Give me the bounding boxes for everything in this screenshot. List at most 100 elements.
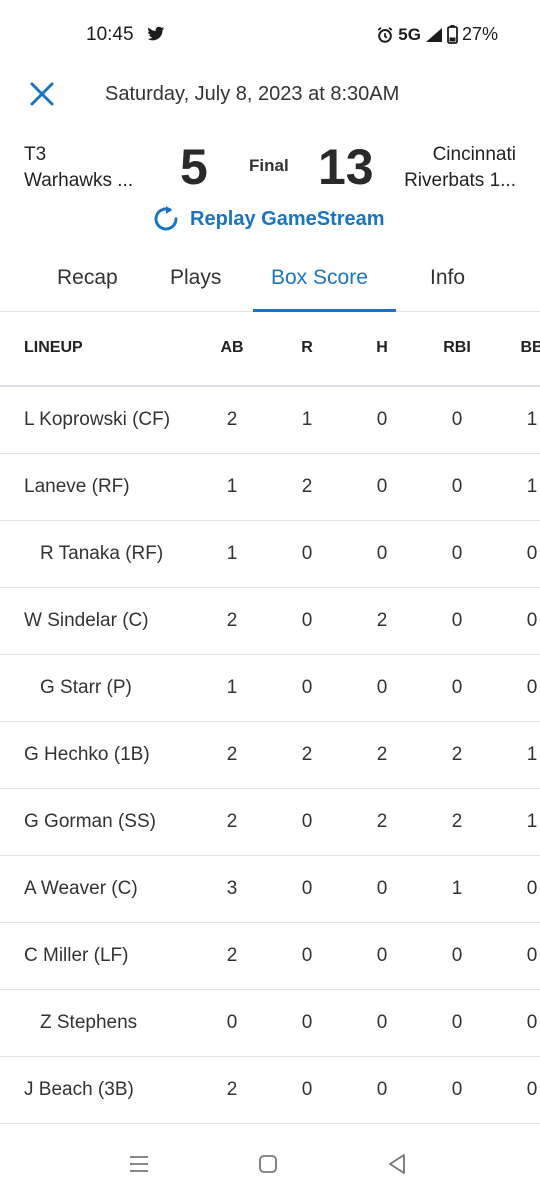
cell-rbi: 0 xyxy=(451,610,463,631)
cell-ab: 2 xyxy=(226,744,238,765)
table-row[interactable]: A Weaver (C) 3 0 0 1 0 xyxy=(0,856,540,923)
status-bar: 10:45 5G 27% xyxy=(0,0,540,70)
cell-h: 2 xyxy=(376,744,388,765)
cell-r: 0 xyxy=(301,610,313,631)
close-icon[interactable] xyxy=(28,80,56,108)
cell-h: 0 xyxy=(376,1079,388,1100)
cell-bb: 1 xyxy=(526,409,538,430)
network-type: 5G xyxy=(398,24,421,44)
table-row[interactable]: Laneve (RF) 1 2 0 0 1 xyxy=(0,454,540,521)
cell-h: 0 xyxy=(376,409,388,430)
cell-r: 0 xyxy=(301,1079,313,1100)
tab-plays[interactable]: Plays xyxy=(170,266,221,290)
active-tab-indicator xyxy=(253,309,396,312)
cell-ab: 2 xyxy=(226,409,238,430)
table-row[interactable]: Z Stephens 0 0 0 0 0 xyxy=(0,990,540,1057)
cell-bb: 0 xyxy=(526,677,538,698)
cell-bb: 0 xyxy=(526,878,538,899)
battery-icon xyxy=(447,25,458,44)
replay-label: Replay GameStream xyxy=(190,207,385,230)
player-name: Laneve (RF) xyxy=(24,476,130,497)
cell-rbi: 2 xyxy=(451,811,463,832)
home-team-name[interactable]: Cincinnati Riverbats 1... xyxy=(404,142,516,194)
cell-rbi: 0 xyxy=(451,409,463,430)
back-icon[interactable] xyxy=(385,1152,409,1176)
away-team-line2: Warhawks ... xyxy=(24,170,134,191)
home-score: 13 xyxy=(318,139,374,195)
player-name: J Beach (3B) xyxy=(24,1079,134,1100)
table-row[interactable]: W Sindelar (C) 2 0 2 0 0 xyxy=(0,588,540,655)
cell-r: 2 xyxy=(301,476,313,497)
cell-rbi: 2 xyxy=(451,744,463,765)
cell-r: 1 xyxy=(301,409,313,430)
replay-icon xyxy=(154,206,178,231)
cell-h: 2 xyxy=(376,811,388,832)
table-row[interactable]: G Starr (P) 1 0 0 0 0 xyxy=(0,655,540,722)
player-name: G Gorman (SS) xyxy=(24,811,156,832)
player-name: Z Stephens xyxy=(40,1012,138,1033)
cell-h: 0 xyxy=(376,945,388,966)
cell-ab: 2 xyxy=(226,945,238,966)
box-score-table: LINEUP AB R H RBI BB L Koprowski (CF) 2 1 0… xyxy=(0,313,540,1124)
away-team-name[interactable]: T3 Warhawks ... xyxy=(24,142,133,194)
player-name: C Miller (LF) xyxy=(24,945,129,966)
cell-rbi: 0 xyxy=(451,1012,463,1033)
player-name: W Sindelar (C) xyxy=(24,610,149,631)
cell-bb: 1 xyxy=(526,744,538,765)
table-body: L Koprowski (CF) 2 1 0 0 1 Laneve (RF) 1 2 0 0 1 R T… xyxy=(0,387,540,1124)
home-icon[interactable] xyxy=(256,1152,280,1176)
home-team-line2: Riverbats 1... xyxy=(404,170,516,191)
game-date: Saturday, July 8, 2023 at 8:30AM xyxy=(105,83,400,105)
cell-r: 0 xyxy=(301,543,313,564)
twitter-icon xyxy=(147,26,165,41)
cell-ab: 3 xyxy=(226,878,238,899)
table-row[interactable]: C Miller (LF) 2 0 0 0 0 xyxy=(0,923,540,990)
cell-ab: 1 xyxy=(226,543,238,564)
table-row[interactable]: L Koprowski (CF) 2 1 0 0 1 xyxy=(0,387,540,454)
cell-r: 0 xyxy=(301,878,313,899)
alarm-icon xyxy=(377,26,393,43)
cell-rbi: 0 xyxy=(451,543,463,564)
system-nav-bar xyxy=(0,1130,540,1200)
cell-bb: 1 xyxy=(526,811,538,832)
col-bb: BB xyxy=(520,339,540,356)
cell-ab: 2 xyxy=(226,610,238,631)
status-time: 10:45 xyxy=(86,24,134,45)
tab-recap[interactable]: Recap xyxy=(57,266,118,290)
signal-icon xyxy=(425,27,442,42)
cell-r: 0 xyxy=(301,1012,313,1033)
cell-r: 0 xyxy=(301,677,313,698)
table-header: LINEUP AB R H RBI BB xyxy=(0,313,540,387)
replay-gamestream-button[interactable]: Replay GameStream xyxy=(150,203,385,235)
cell-rbi: 0 xyxy=(451,476,463,497)
cell-r: 0 xyxy=(301,811,313,832)
cell-rbi: 0 xyxy=(451,677,463,698)
col-rbi: RBI xyxy=(443,339,471,356)
home-team-line1: Cincinnati xyxy=(432,144,516,165)
player-name: R Tanaka (RF) xyxy=(40,543,164,564)
cell-h: 0 xyxy=(376,543,388,564)
cell-h: 2 xyxy=(376,610,388,631)
player-name: G Hechko (1B) xyxy=(24,744,150,765)
player-name: L Koprowski (CF) xyxy=(24,409,171,430)
cell-bb: 0 xyxy=(526,945,538,966)
cell-ab: 0 xyxy=(226,1012,238,1033)
table-row[interactable]: R Tanaka (RF) 1 0 0 0 0 xyxy=(0,521,540,588)
tab-info[interactable]: Info xyxy=(430,266,465,290)
table-row[interactable]: J Beach (3B) 2 0 0 0 0 xyxy=(0,1057,540,1124)
cell-ab: 2 xyxy=(226,1079,238,1100)
cell-h: 0 xyxy=(376,1012,388,1033)
recent-apps-icon[interactable] xyxy=(127,1152,151,1176)
cell-r: 2 xyxy=(301,744,313,765)
away-score: 5 xyxy=(180,139,208,195)
col-ab: AB xyxy=(220,339,244,356)
tab-bar: Recap Plays Box Score Info xyxy=(0,248,540,312)
cell-bb: 0 xyxy=(526,610,538,631)
table-row[interactable]: G Hechko (1B) 2 2 2 2 1 xyxy=(0,722,540,789)
cell-rbi: 1 xyxy=(451,878,463,899)
cell-rbi: 0 xyxy=(451,1079,463,1100)
cell-ab: 2 xyxy=(226,811,238,832)
col-h: H xyxy=(376,339,388,356)
tab-box-score[interactable]: Box Score xyxy=(271,266,368,290)
table-row[interactable]: G Gorman (SS) 2 0 2 2 1 xyxy=(0,789,540,856)
